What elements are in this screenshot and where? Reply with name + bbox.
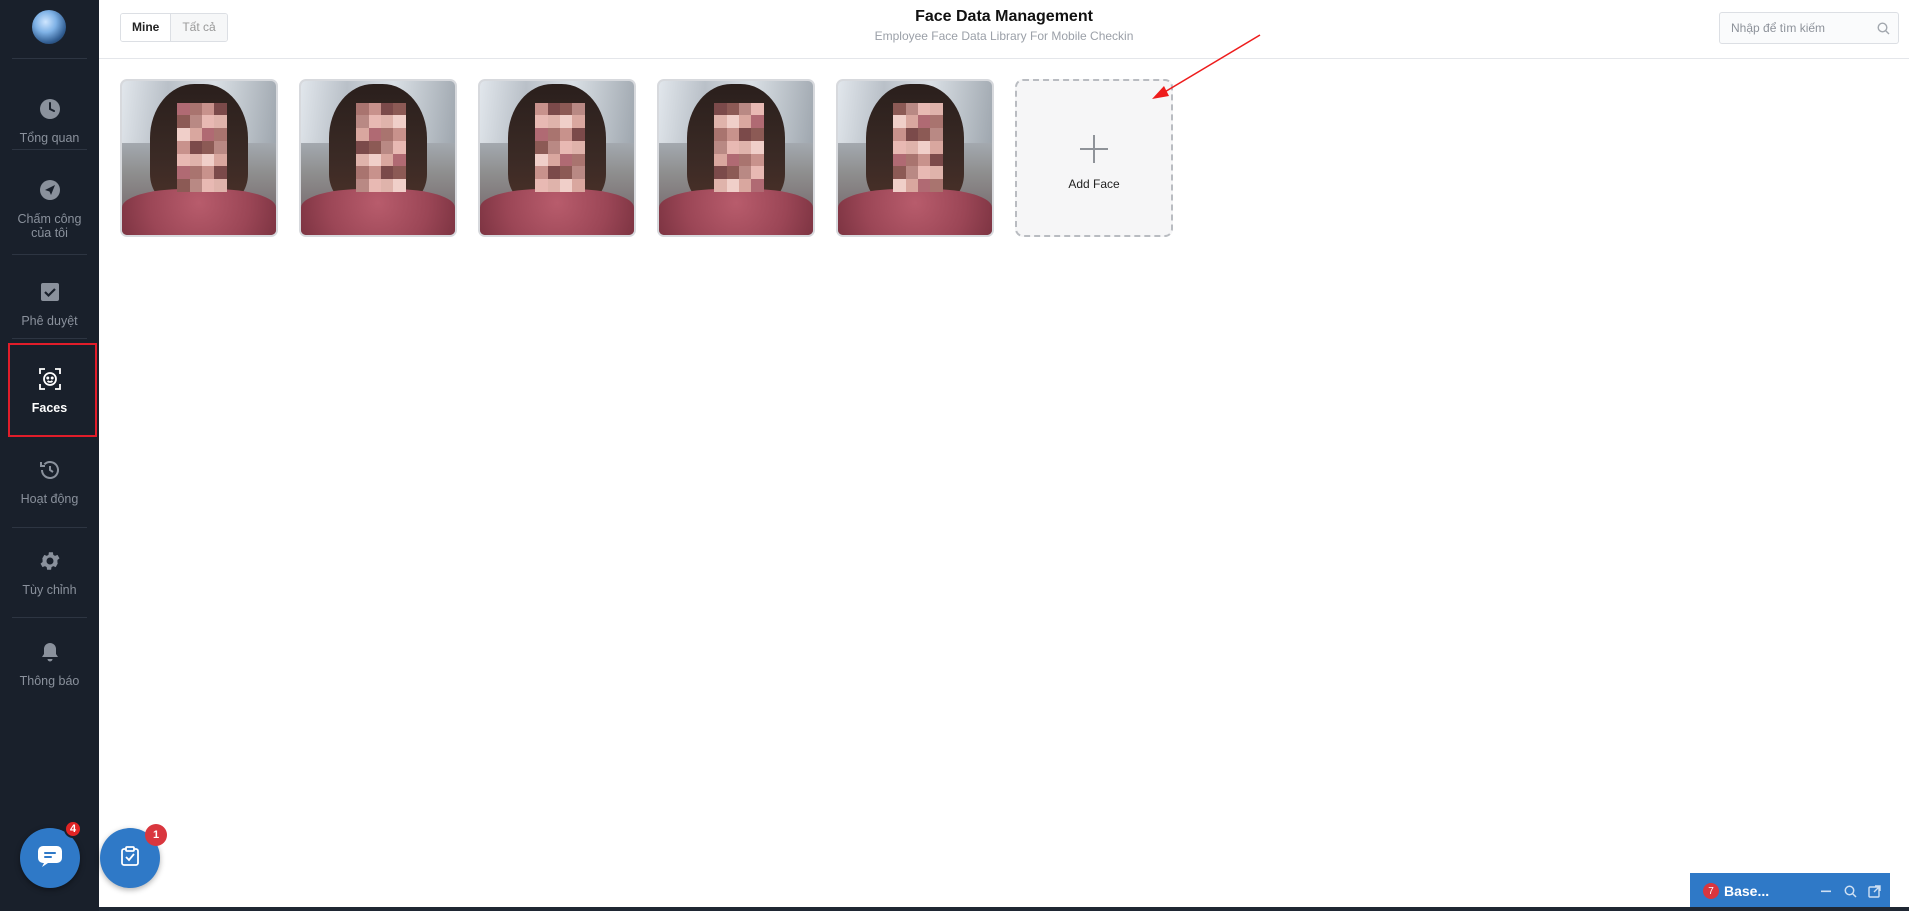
sidebar-item-label: Thông báo [19,674,80,688]
face-photo [301,81,455,235]
dock-badge: 7 [1703,883,1719,899]
face-photo [659,81,813,235]
checkbox-icon [38,280,62,304]
app-logo[interactable] [32,10,66,44]
add-face-label: Add Face [1068,177,1120,191]
chat-icon [37,845,63,872]
search-icon[interactable] [1877,22,1890,35]
sidebar-item-activity[interactable]: Hoạt động [0,438,99,526]
sidebar-item-label: Chấm công của tôi [17,212,82,240]
face-card[interactable] [478,79,636,237]
sidebar-item-notifications[interactable]: Thông báo [0,620,99,708]
face-card[interactable] [120,79,278,237]
bell-icon [38,640,62,664]
search-box [1719,12,1899,44]
sidebar-item-settings[interactable]: Tùy chỉnh [0,529,99,617]
gear-icon [38,549,62,573]
app-root: Tổng quan Chấm công của tôi Phê duyệt Fa… [0,0,1909,911]
face-card[interactable] [299,79,457,237]
history-icon [38,458,62,482]
page-title: Face Data Management [915,8,1093,25]
sidebar-item-label: Phê duyệt [21,314,78,328]
bottom-border [99,907,1909,911]
divider [12,149,87,150]
divider [12,254,87,255]
send-icon [38,178,62,202]
minimize-icon[interactable] [1818,883,1834,899]
divider [12,338,87,339]
plus-icon [1078,133,1110,165]
clipboard-check-icon [119,845,141,872]
page-subtitle: Employee Face Data Library For Mobile Ch… [874,29,1134,43]
divider [12,617,87,618]
sidebar-item-label: Tổng quan [19,131,80,145]
chat-dock[interactable]: 7 Base... [1690,873,1890,909]
face-photo [122,81,276,235]
sidebar-item-my-timekeeping[interactable]: Chấm công của tôi [0,165,99,253]
divider [12,527,87,528]
sidebar-item-label: Hoạt động [20,492,79,506]
sidebar-item-overview[interactable]: Tổng quan [0,77,99,165]
search-input[interactable] [1720,21,1870,35]
dock-name: Base... [1724,883,1770,899]
face-card[interactable] [836,79,994,237]
face-photo [838,81,992,235]
sidebar-item-label: Tùy chỉnh [22,583,77,597]
chat-badge: 4 [64,820,82,838]
add-face-button[interactable]: Add Face [1015,79,1173,237]
search-icon[interactable] [1842,883,1858,899]
divider [12,58,87,59]
sidebar-item-approval[interactable]: Phê duyệt [0,260,99,348]
page-header: Mine Tất cả Face Data Management Employe… [99,0,1909,59]
face-card[interactable] [657,79,815,237]
task-badge: 1 [145,824,167,846]
active-highlight-box [8,343,97,437]
clock-icon [38,97,62,121]
sidebar: Tổng quan Chấm công của tôi Phê duyệt Fa… [0,0,99,911]
face-photo [480,81,634,235]
external-link-icon[interactable] [1866,883,1882,899]
